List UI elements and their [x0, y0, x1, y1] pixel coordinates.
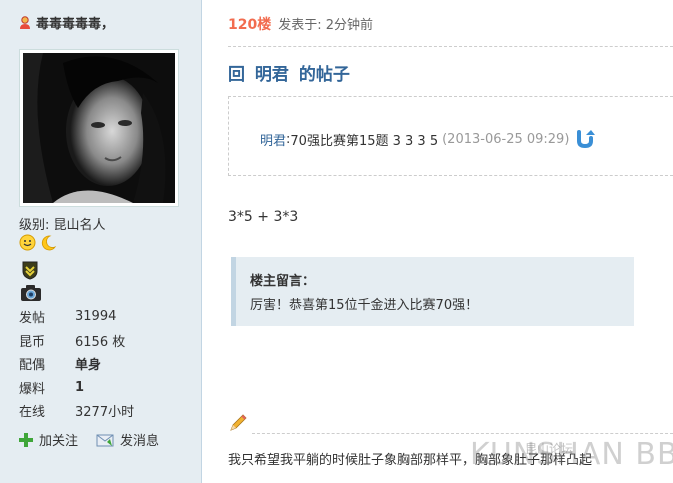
quote-text: 70强比赛第15题 3 3 3 5 — [290, 133, 439, 149]
signature-divider — [252, 433, 673, 434]
author-actions: 加关注 发消息 — [19, 430, 177, 449]
post-meta: 120楼 发表于: 2分钟前 — [228, 14, 373, 34]
stat-label: 发帖 — [19, 311, 46, 327]
follow-label: 加关注 — [39, 434, 79, 449]
reply-title: 回 明君 的帖子 — [228, 65, 350, 85]
shield-badge-icon[interactable] — [21, 260, 39, 280]
jump-to-post-icon[interactable] — [575, 129, 596, 149]
message-button[interactable]: 发消息 — [96, 430, 159, 449]
post-content: 120楼 发表于: 2分钟前 回 明君 的帖子 明君 : 70强比赛第15题 3… — [203, 0, 673, 483]
moon-icon[interactable] — [39, 234, 57, 252]
stat-coins: 昆币 6156 枚 — [19, 329, 134, 353]
user-stats: 发帖 31994 昆币 6156 枚 配偶 单身 爆料 1 在线 3277小时 — [19, 305, 134, 423]
author-sidebar: 毒毒毒毒毒， 级别: 昆山名人 发帖 31994 昆币 6156 枚 配偶 单身… — [0, 0, 202, 483]
stat-label: 在线 — [19, 405, 46, 421]
stat-value[interactable]: 31994 — [75, 309, 116, 324]
stat-value: 1 — [75, 379, 85, 395]
stat-label: 爆料 — [19, 381, 46, 397]
owner-note: 楼主留言： 厉害！恭喜第15位千金进入比赛70强！ — [231, 257, 634, 326]
level-label: 级别: — [19, 218, 50, 233]
stat-value: 6156 枚 — [75, 334, 126, 350]
camera-icon[interactable] — [20, 284, 42, 302]
floor-number[interactable]: 120楼 — [228, 14, 271, 34]
post-body: 3*5 + 3*3 — [228, 209, 299, 225]
stat-label: 昆币 — [19, 334, 46, 350]
stat-reports: 爆料 1 — [19, 376, 134, 400]
quote-block: 明君 : 70强比赛第15题 3 3 3 5 (2013-06-25 09:29… — [228, 96, 673, 176]
stat-value: 3277小时 — [75, 405, 135, 421]
avatar[interactable] — [19, 49, 179, 207]
smiley-icon[interactable] — [19, 234, 36, 251]
quote-content: 明君 : 70强比赛第15题 3 3 3 5 (2013-06-25 09:29… — [260, 129, 596, 149]
watermark-cn: 昆山论坛 — [525, 442, 574, 456]
user-icon — [20, 15, 30, 29]
user-level: 级别: 昆山名人 — [19, 214, 106, 233]
stat-value: 单身 — [75, 358, 102, 374]
quote-author[interactable]: 明君 — [260, 130, 286, 149]
stat-spouse: 配偶 单身 — [19, 352, 134, 376]
owner-note-label: 楼主留言： — [250, 274, 316, 289]
post-time: 发表于: 2分钟前 — [278, 18, 374, 33]
pencil-icon — [230, 414, 247, 431]
divider — [228, 46, 673, 47]
author-name[interactable]: 毒毒毒毒毒， — [19, 13, 114, 32]
follow-button[interactable]: 加关注 — [19, 430, 78, 449]
stat-online: 在线 3277小时 — [19, 399, 134, 423]
envelope-icon — [96, 434, 114, 446]
level-value: 昆山名人 — [53, 218, 106, 233]
quote-date: (2013-06-25 09:29) — [442, 131, 570, 147]
author-name-text: 毒毒毒毒毒， — [36, 17, 115, 32]
stat-posts: 发帖 31994 — [19, 305, 134, 329]
avatar-image — [23, 53, 175, 203]
plus-icon — [19, 432, 33, 447]
message-label: 发消息 — [120, 434, 160, 449]
owner-note-text: 厉害！恭喜第15位千金进入比赛70强！ — [250, 298, 479, 313]
stat-label: 配偶 — [19, 358, 46, 374]
